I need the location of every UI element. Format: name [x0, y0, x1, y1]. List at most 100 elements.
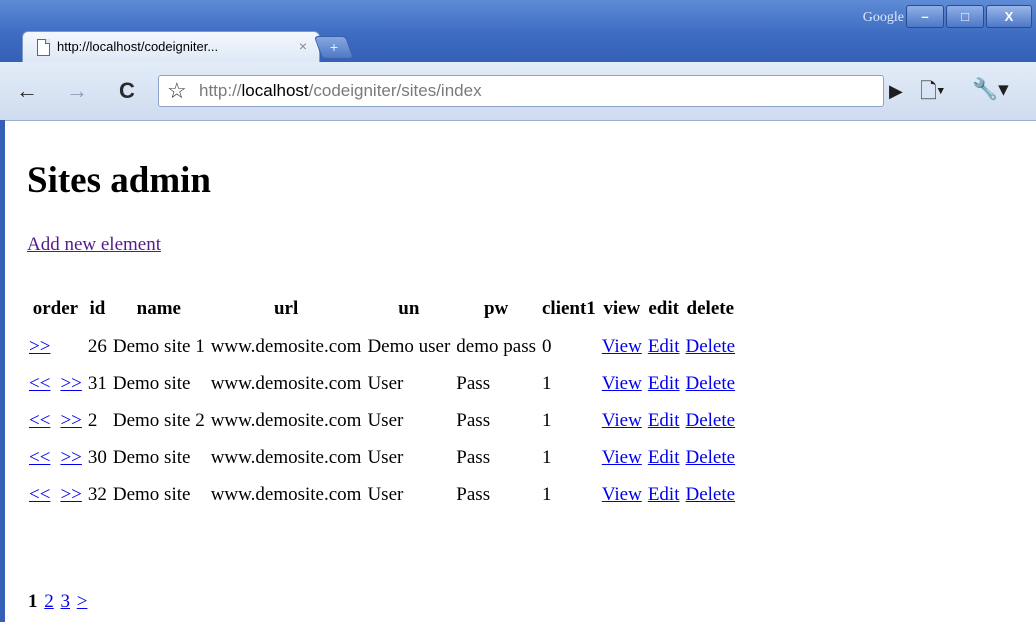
column-header: view — [603, 298, 641, 319]
cell-id: 2 — [87, 410, 98, 431]
view-cell: View — [600, 404, 644, 439]
browser-toolbar: ← → C ☆ http://localhost/codeigniter/sit… — [0, 62, 1036, 121]
cell-id: 32 — [87, 484, 107, 505]
url-prefix: http:// — [199, 81, 242, 100]
delete-link[interactable]: Delete — [686, 410, 736, 431]
cell-un: User — [367, 410, 404, 431]
cell-client1: 1 — [541, 484, 552, 505]
move-down-link[interactable]: >> — [60, 373, 81, 394]
sites-table: order id name url un pw client1 view edi… — [25, 295, 739, 515]
delete-link[interactable]: Delete — [686, 484, 736, 505]
move-down-link[interactable]: >> — [60, 484, 81, 505]
play-icon[interactable]: ▶ — [889, 81, 903, 102]
edit-link[interactable]: Edit — [648, 373, 680, 394]
plus-icon: + — [329, 39, 338, 55]
cell-pw: Pass — [456, 447, 491, 468]
add-new-element-link[interactable]: Add new element — [27, 234, 161, 256]
order-cell: << >> — [27, 367, 84, 402]
star-bookmark-icon[interactable]: ☆ — [167, 78, 187, 104]
cell-client1: 1 — [541, 447, 552, 468]
column-header: order — [32, 298, 79, 319]
table-row: << >> 30 Demo site www.demosite.com User Pass 1… — [27, 441, 737, 476]
column-header: name — [136, 298, 181, 319]
table-row: << >> 32 Demo site www.demosite.com User Pass 1… — [27, 478, 737, 513]
cell-name: Demo site 1 — [112, 336, 205, 357]
minimize-button[interactable]: – — [906, 5, 944, 28]
page-link-2[interactable]: 2 — [44, 591, 54, 612]
column-header: url — [273, 298, 299, 319]
browser-brand: Google — [862, 10, 904, 25]
column-header: pw — [483, 298, 509, 319]
cell-name: Demo site — [112, 373, 191, 394]
back-arrow-icon[interactable]: ← — [8, 76, 46, 106]
cell-id: 31 — [87, 373, 107, 394]
edit-cell: Edit — [646, 330, 682, 365]
cell-url: www.demosite.com — [210, 447, 362, 468]
delete-link[interactable]: Delete — [686, 336, 736, 357]
move-down-link[interactable]: >> — [60, 410, 81, 431]
cell-id: 30 — [87, 447, 107, 468]
column-header: un — [398, 298, 420, 319]
cell-name: Demo site 2 — [112, 410, 205, 431]
view-cell: View — [600, 330, 644, 365]
order-cell: << >> — [27, 478, 84, 513]
delete-cell: Delete — [684, 367, 738, 402]
view-cell: View — [600, 367, 644, 402]
order-cell: << >> — [27, 441, 84, 476]
move-down-link[interactable]: >> — [29, 336, 50, 357]
view-link[interactable]: View — [602, 447, 642, 468]
url-field[interactable]: http://localhost/codeigniter/sites/index — [199, 81, 482, 101]
cell-client1: 1 — [541, 373, 552, 394]
cell-url: www.demosite.com — [210, 336, 362, 357]
cell-client1: 0 — [541, 336, 552, 357]
edit-link[interactable]: Edit — [648, 484, 680, 505]
cell-url: www.demosite.com — [210, 410, 362, 431]
view-link[interactable]: View — [602, 373, 642, 394]
move-up-link[interactable]: << — [29, 373, 50, 394]
cell-pw: Pass — [456, 373, 491, 394]
edit-link[interactable]: Edit — [648, 410, 680, 431]
reload-icon[interactable]: C — [110, 76, 144, 106]
page-content: Sites admin Add new element order id nam… — [5, 121, 1036, 622]
page-link-3[interactable]: 3 — [61, 591, 71, 612]
table-header-row: order id name url un pw client1 view edi… — [27, 297, 737, 328]
move-up-link[interactable]: << — [29, 447, 50, 468]
view-cell: View — [600, 478, 644, 513]
move-up-link[interactable]: << — [29, 410, 50, 431]
edit-link[interactable]: Edit — [648, 336, 680, 357]
order-cell: >> — [27, 330, 84, 365]
close-window-button[interactable]: X — [986, 5, 1032, 28]
table-row: >> 26 Demo site 1 www.demosite.com Demo user… — [27, 330, 737, 365]
edit-link[interactable]: Edit — [648, 447, 680, 468]
cell-pw: demo pass — [456, 336, 536, 357]
view-link[interactable]: View — [602, 410, 642, 431]
pagination: 1 2 3 > — [28, 591, 87, 613]
column-header: id — [89, 298, 106, 319]
cell-name: Demo site — [112, 447, 191, 468]
cell-url: www.demosite.com — [210, 373, 362, 394]
page-title: Sites admin — [27, 160, 212, 201]
next-page-link[interactable]: > — [77, 591, 88, 612]
forward-arrow-icon[interactable]: → — [60, 76, 94, 106]
tab-title: http://localhost/codeigniter... — [57, 39, 219, 54]
column-header: edit — [648, 298, 679, 319]
table-body: >> 26 Demo site 1 www.demosite.com Demo user… — [27, 330, 737, 513]
view-link[interactable]: View — [602, 336, 642, 357]
delete-link[interactable]: Delete — [686, 373, 736, 394]
cell-pw: Pass — [456, 410, 491, 431]
url-path: /codeigniter/sites/index — [308, 81, 482, 100]
address-bar[interactable]: ☆ http://localhost/codeigniter/sites/ind… — [158, 75, 884, 107]
cell-id: 26 — [87, 336, 107, 357]
move-down-link[interactable]: >> — [60, 447, 81, 468]
wrench-menu-icon[interactable]: 🔧▾ — [972, 77, 1009, 102]
title-bar: Google – □ X http://localhost/codeignite… — [0, 0, 1036, 63]
column-header: delete — [686, 298, 735, 319]
delete-link[interactable]: Delete — [686, 447, 736, 468]
delete-cell: Delete — [684, 404, 738, 439]
move-up-link[interactable]: << — [29, 484, 50, 505]
browser-tab[interactable]: http://localhost/codeigniter... × — [22, 31, 320, 63]
page-menu-icon[interactable]: 🗋▾ — [920, 77, 945, 112]
close-tab-icon[interactable]: × — [299, 38, 307, 54]
view-link[interactable]: View — [602, 484, 642, 505]
maximize-button[interactable]: □ — [946, 5, 984, 28]
